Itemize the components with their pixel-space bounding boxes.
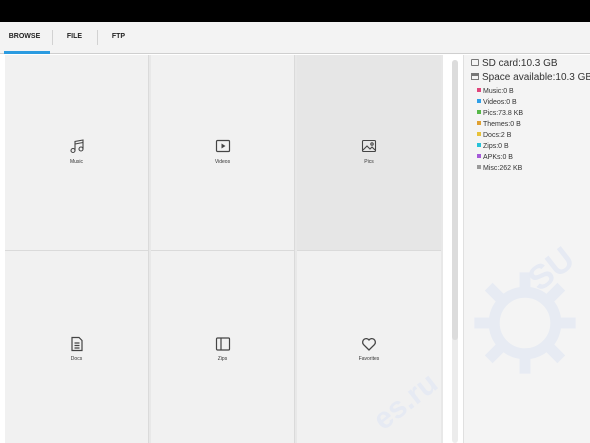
active-tab-indicator <box>4 51 50 54</box>
tab-divider <box>97 30 98 45</box>
category-grid: Music Videos Pics Docs Zips Favorites <box>5 55 443 443</box>
category-label: Pics <box>364 159 374 165</box>
docs-swatch <box>477 132 481 136</box>
storage-item: Pics:73.8 KB <box>477 110 523 119</box>
storage-item-label: Zips:0 B <box>483 143 509 150</box>
tab-ftp[interactable]: FTP <box>100 22 137 53</box>
storage-item: APKs:0 B <box>477 154 513 163</box>
storage-item-label: Pics:73.8 KB <box>483 110 524 117</box>
archive-icon <box>215 337 230 351</box>
panel-divider <box>463 55 464 443</box>
storage-item-label: Themes:0 B <box>483 121 521 128</box>
zips-swatch <box>477 143 481 147</box>
sd-card-icon <box>471 59 479 66</box>
pics-swatch <box>477 110 481 114</box>
category-pics[interactable]: Pics <box>297 55 441 251</box>
music-swatch <box>477 88 481 92</box>
space-available-label: Space available:10.3 GB <box>482 72 590 83</box>
storage-icon <box>471 73 479 80</box>
tab-divider <box>52 30 53 45</box>
storage-item: Music:0 B <box>477 88 514 97</box>
storage-item: Docs:2 B <box>477 132 511 141</box>
category-label: Favorites <box>358 356 380 362</box>
sd-card-label: SD card:10.3 GB <box>482 58 558 69</box>
apks-swatch <box>477 154 481 158</box>
tab-bar: BROWSE FILE FTP <box>0 22 590 54</box>
space-available-info: Space available:10.3 GB <box>471 72 590 83</box>
storage-item: Themes:0 B <box>477 121 521 130</box>
tab-browse[interactable]: BROWSE <box>0 22 49 53</box>
category-videos[interactable]: Videos <box>151 55 295 251</box>
storage-item: Misc:262 KB <box>477 165 522 174</box>
document-icon <box>70 336 83 352</box>
category-label: Docs <box>70 356 83 362</box>
storage-item-label: APKs:0 B <box>483 154 513 161</box>
scrollbar-thumb[interactable] <box>452 60 458 340</box>
storage-item: Zips:0 B <box>477 143 509 152</box>
themes-swatch <box>477 121 481 125</box>
heart-icon <box>362 338 376 351</box>
storage-item-label: Misc:262 KB <box>483 165 523 172</box>
status-bar <box>0 0 590 22</box>
storage-item-label: Music:0 B <box>483 88 514 95</box>
category-label: Videos <box>214 159 231 165</box>
category-music[interactable]: Music <box>5 55 149 251</box>
category-docs[interactable]: Docs <box>5 251 149 443</box>
play-icon <box>215 139 230 153</box>
storage-item-label: Docs:2 B <box>483 132 512 139</box>
image-icon <box>361 139 377 153</box>
category-zips[interactable]: Zips <box>151 251 295 443</box>
music-note-icon <box>69 139 84 154</box>
videos-swatch <box>477 99 481 103</box>
category-label: Zips <box>217 356 228 362</box>
category-label: Music <box>69 159 84 165</box>
sd-card-info: SD card:10.3 GB <box>471 58 558 69</box>
misc-swatch <box>477 165 481 169</box>
tab-file[interactable]: FILE <box>56 22 93 53</box>
storage-item: Videos:0 B <box>477 99 517 108</box>
storage-item-label: Videos:0 B <box>483 99 517 106</box>
